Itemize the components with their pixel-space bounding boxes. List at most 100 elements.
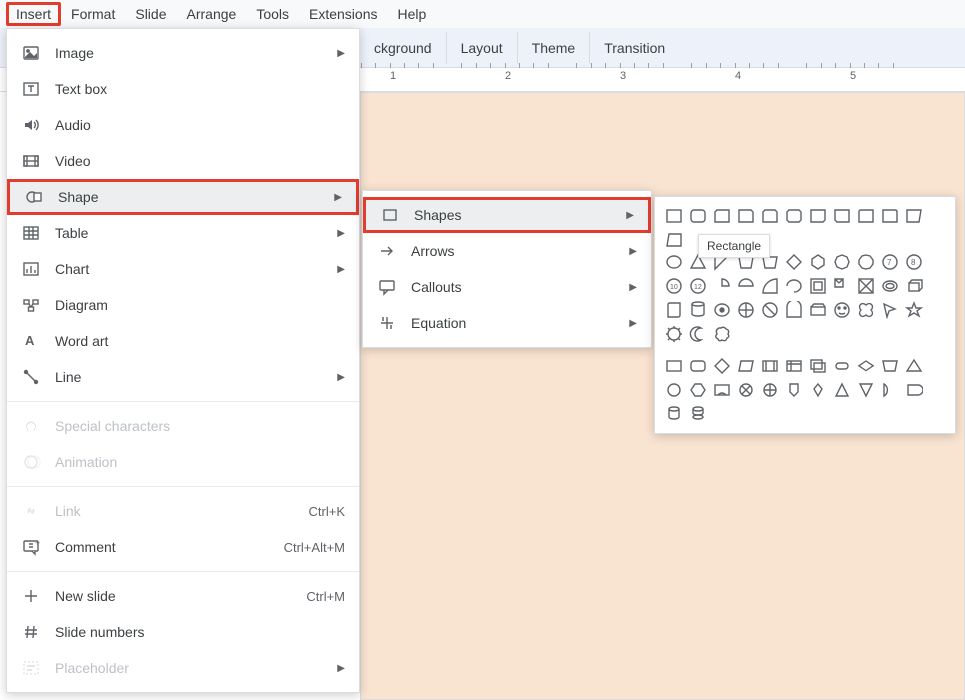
shape-option[interactable]: [759, 355, 781, 377]
shape-option[interactable]: [807, 275, 829, 297]
shape-option[interactable]: 10: [663, 275, 685, 297]
shape-option[interactable]: [663, 403, 685, 425]
shape-option[interactable]: 7: [879, 251, 901, 273]
insert-menu-video[interactable]: Video: [7, 143, 359, 179]
shape-option[interactable]: [903, 275, 925, 297]
shape-option[interactable]: [831, 355, 853, 377]
shape-option[interactable]: [711, 205, 733, 227]
shape-option[interactable]: 8: [903, 251, 925, 273]
shape-option[interactable]: [831, 205, 853, 227]
menu-insert[interactable]: Insert: [6, 2, 61, 26]
insert-menu-slide-numbers[interactable]: Slide numbers: [7, 614, 359, 650]
shape-option[interactable]: [687, 355, 709, 377]
shape-option[interactable]: [735, 205, 757, 227]
shape-option[interactable]: [879, 275, 901, 297]
menu-format[interactable]: Format: [61, 2, 125, 26]
shape-option[interactable]: [879, 205, 901, 227]
menu-item-label: Text box: [55, 81, 345, 97]
menu-extensions[interactable]: Extensions: [299, 2, 387, 26]
shape-option[interactable]: [855, 251, 877, 273]
shape-option[interactable]: [783, 379, 805, 401]
shape-option[interactable]: [735, 299, 757, 321]
shape-option[interactable]: [711, 355, 733, 377]
equation-icon: [377, 313, 397, 333]
shape-option[interactable]: [903, 205, 925, 227]
insert-menu-diagram[interactable]: Diagram: [7, 287, 359, 323]
menu-arrange[interactable]: Arrange: [177, 2, 247, 26]
shape-option[interactable]: [783, 299, 805, 321]
menu-slide[interactable]: Slide: [125, 2, 176, 26]
shape-option[interactable]: [807, 205, 829, 227]
shape-option[interactable]: [903, 379, 925, 401]
insert-menu-comment[interactable]: +CommentCtrl+Alt+M: [7, 529, 359, 565]
insert-menu-image[interactable]: Image▶: [7, 35, 359, 71]
toolbar-layout[interactable]: Layout: [447, 32, 518, 64]
shape-option[interactable]: [855, 205, 877, 227]
shape-option[interactable]: [903, 355, 925, 377]
shape-option[interactable]: [759, 299, 781, 321]
toolbar-theme[interactable]: Theme: [518, 32, 591, 64]
insert-menu-new-slide[interactable]: New slideCtrl+M: [7, 578, 359, 614]
menu-help[interactable]: Help: [387, 2, 436, 26]
menu-tools[interactable]: Tools: [246, 2, 299, 26]
shape-option[interactable]: [783, 275, 805, 297]
shape-submenu-arrows[interactable]: Arrows▶: [363, 233, 651, 269]
insert-menu-text-box[interactable]: Text box: [7, 71, 359, 107]
shape-submenu-shapes[interactable]: Shapes▶: [363, 197, 651, 233]
shape-option[interactable]: [687, 379, 709, 401]
shape-submenu-equation[interactable]: Equation▶: [363, 305, 651, 341]
shape-option[interactable]: [807, 299, 829, 321]
shape-option[interactable]: [879, 379, 901, 401]
shape-option[interactable]: [783, 251, 805, 273]
shape-option[interactable]: [711, 275, 733, 297]
insert-menu-line[interactable]: Line▶: [7, 359, 359, 395]
shape-option[interactable]: [663, 379, 685, 401]
shape-option[interactable]: [759, 275, 781, 297]
shape-option[interactable]: [807, 379, 829, 401]
shape-option[interactable]: [903, 299, 925, 321]
shape-option[interactable]: [783, 355, 805, 377]
shape-option[interactable]: [711, 299, 733, 321]
insert-menu-table[interactable]: Table▶: [7, 215, 359, 251]
insert-menu-chart[interactable]: Chart▶: [7, 251, 359, 287]
shape-submenu-callouts[interactable]: Callouts▶: [363, 269, 651, 305]
shape-option[interactable]: [831, 275, 853, 297]
toolbar-background[interactable]: ckground: [360, 32, 447, 64]
shape-option[interactable]: [735, 275, 757, 297]
shape-option[interactable]: [855, 379, 877, 401]
shape-option[interactable]: [735, 379, 757, 401]
shape-option[interactable]: [759, 379, 781, 401]
shape-option[interactable]: [663, 251, 685, 273]
shape-option[interactable]: [879, 299, 901, 321]
shape-option[interactable]: [687, 205, 709, 227]
shape-option[interactable]: [687, 323, 709, 345]
shape-option[interactable]: [663, 229, 685, 251]
shape-option[interactable]: [783, 205, 805, 227]
shape-option[interactable]: [687, 299, 709, 321]
insert-menu-audio[interactable]: Audio: [7, 107, 359, 143]
shape-option[interactable]: [711, 323, 733, 345]
insert-menu-word-art[interactable]: AWord art: [7, 323, 359, 359]
shape-option[interactable]: [807, 251, 829, 273]
shape-option[interactable]: [663, 355, 685, 377]
shape-option[interactable]: [855, 299, 877, 321]
shortcut: Ctrl+K: [309, 504, 345, 519]
shape-option[interactable]: [831, 379, 853, 401]
shape-option[interactable]: [855, 275, 877, 297]
shape-option[interactable]: [759, 205, 781, 227]
toolbar-transition[interactable]: Transition: [590, 32, 679, 64]
shape-option[interactable]: [831, 299, 853, 321]
comment-icon: +: [21, 537, 41, 557]
shape-option[interactable]: [879, 355, 901, 377]
shape-option[interactable]: [831, 251, 853, 273]
shape-option[interactable]: [711, 379, 733, 401]
shape-option[interactable]: [663, 323, 685, 345]
shape-option[interactable]: [855, 355, 877, 377]
insert-menu-shape[interactable]: Shape▶: [7, 179, 359, 215]
shape-option[interactable]: [663, 299, 685, 321]
shape-option[interactable]: [735, 355, 757, 377]
shape-option[interactable]: [663, 205, 685, 227]
shape-option[interactable]: [807, 355, 829, 377]
shape-option[interactable]: [687, 403, 709, 425]
shape-option[interactable]: 12: [687, 275, 709, 297]
